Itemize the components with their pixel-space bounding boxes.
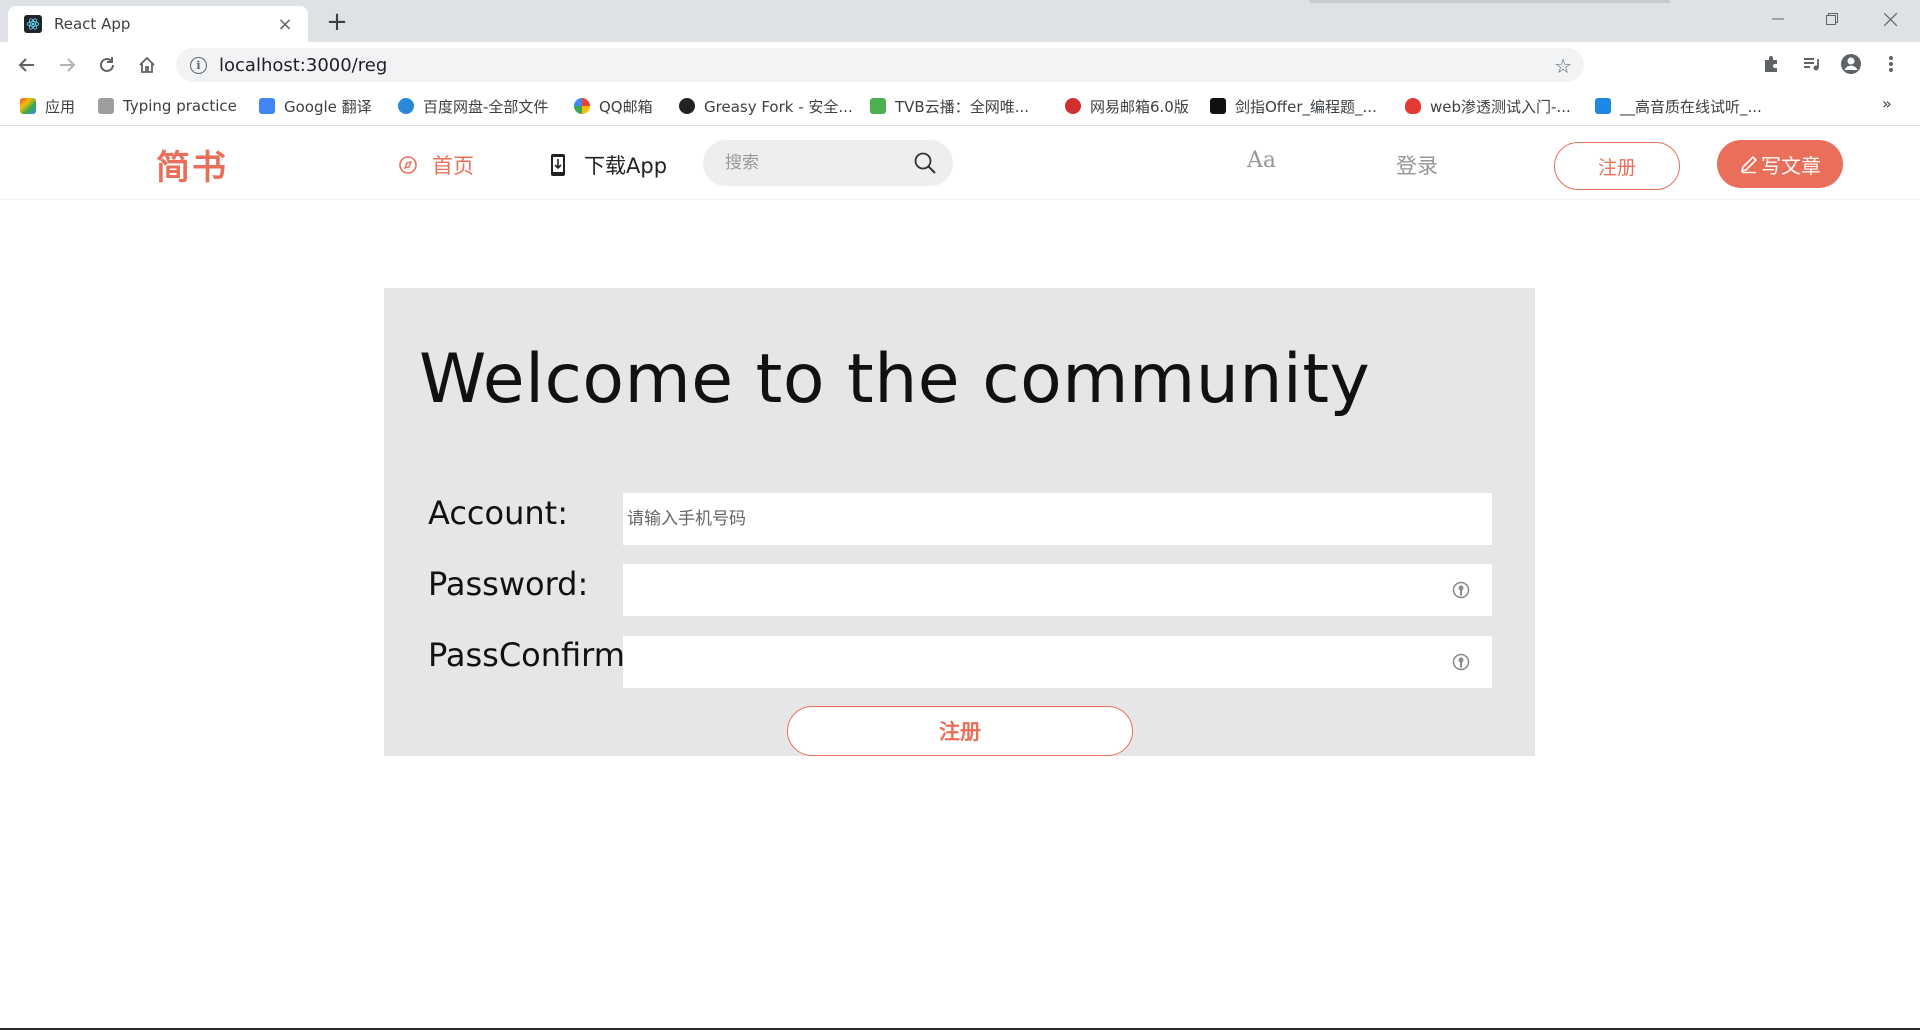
pass-confirm-input[interactable] bbox=[623, 636, 1492, 688]
home-icon[interactable] bbox=[132, 50, 162, 80]
media-icon[interactable] bbox=[1800, 53, 1822, 75]
window-close-icon[interactable] bbox=[1870, 4, 1910, 34]
bookmarks-overflow-icon[interactable]: » bbox=[1882, 94, 1892, 113]
site-header: 简书 首页 下载App Aa 登录 注册 写文章 bbox=[0, 126, 1920, 200]
pass-confirm-key-icon[interactable] bbox=[1452, 653, 1470, 671]
register-form: Welcome to the community Account: Passwo… bbox=[384, 288, 1535, 756]
new-tab-button[interactable]: + bbox=[322, 8, 352, 38]
form-title: Welcome to the community bbox=[419, 340, 1371, 419]
search-icon[interactable] bbox=[913, 151, 937, 179]
bookmark-item[interactable]: Typing practice bbox=[98, 94, 237, 118]
account-label: Account: bbox=[428, 494, 568, 532]
compass-icon bbox=[399, 156, 417, 174]
window-edge bbox=[1310, 0, 1670, 3]
bookmark-item[interactable]: __高音质在线试听_... bbox=[1595, 94, 1762, 118]
bookmark-item[interactable]: web渗透测试入门-... bbox=[1405, 94, 1571, 118]
register-button[interactable]: 注册 bbox=[1554, 142, 1680, 190]
nav-home[interactable]: 首页 bbox=[398, 150, 474, 180]
puzzle-icon[interactable] bbox=[1760, 53, 1782, 75]
site-info-icon[interactable]: i bbox=[190, 56, 207, 74]
bookmarks-bar: 应用 Typing practice Google 翻译 百度网盘-全部文件 Q… bbox=[0, 86, 1920, 126]
phone-download-icon bbox=[551, 154, 565, 176]
react-icon bbox=[24, 15, 42, 33]
bookmark-item[interactable]: 剑指Offer_编程题_... bbox=[1210, 94, 1377, 118]
greasy-fork-icon bbox=[679, 98, 695, 114]
ext-dots-icon[interactable]: ••• bbox=[1680, 53, 1702, 75]
bookmark-item[interactable]: Google 翻译 bbox=[259, 94, 372, 118]
ublock-icon[interactable]: uD bbox=[1600, 53, 1622, 75]
minimize-icon[interactable] bbox=[1758, 4, 1798, 34]
write-article-label: 写文章 bbox=[1761, 153, 1821, 178]
bookmark-item[interactable]: TVB云播：全网唯... bbox=[870, 94, 1029, 118]
search-input[interactable] bbox=[725, 153, 905, 173]
nav-home-label: 首页 bbox=[432, 154, 474, 178]
reload-icon[interactable] bbox=[92, 50, 122, 80]
nowcoder-icon bbox=[1210, 98, 1226, 114]
k-music-icon bbox=[1595, 98, 1611, 114]
ext-red-icon[interactable]: ●● bbox=[1720, 53, 1742, 75]
back-arrow-icon[interactable] bbox=[12, 50, 42, 80]
adblock-icon[interactable]: ABP bbox=[1640, 53, 1662, 75]
browser-toolbar: i localhost:3000/reg ☆ uD ABP ••• ●● bbox=[0, 42, 1920, 86]
bookmark-item[interactable]: QQ邮箱 bbox=[574, 94, 653, 118]
qq-mail-icon bbox=[574, 98, 590, 114]
write-article-button[interactable]: 写文章 bbox=[1717, 140, 1843, 188]
tab-title: React App bbox=[54, 15, 131, 33]
bookmark-item[interactable]: 应用 bbox=[20, 94, 75, 118]
pass-confirm-label: PassConfirm: bbox=[428, 636, 636, 674]
tab-close-icon[interactable]: × bbox=[274, 14, 296, 35]
url-text[interactable]: localhost:3000/reg bbox=[219, 55, 387, 76]
password-label: Password: bbox=[428, 565, 589, 603]
translate-icon bbox=[259, 98, 275, 114]
forward-arrow-icon[interactable] bbox=[52, 50, 82, 80]
baidu-pan-icon bbox=[398, 98, 414, 114]
address-bar[interactable]: i localhost:3000/reg ☆ bbox=[176, 48, 1584, 82]
site-logo[interactable]: 简书 bbox=[156, 140, 228, 189]
netease-mail-icon bbox=[1065, 98, 1081, 114]
search-box bbox=[703, 140, 953, 186]
bookmark-star-icon[interactable]: ☆ bbox=[1554, 54, 1572, 78]
apps-icon bbox=[20, 98, 36, 114]
font-toggle[interactable]: Aa bbox=[1247, 148, 1276, 173]
password-input[interactable] bbox=[623, 564, 1492, 616]
typing-icon bbox=[98, 98, 114, 114]
login-link[interactable]: 登录 bbox=[1396, 150, 1438, 180]
pencil-icon bbox=[1740, 155, 1758, 174]
nav-download-app[interactable]: 下载App bbox=[550, 150, 667, 180]
password-key-icon[interactable] bbox=[1452, 581, 1470, 599]
nav-download-app-label: 下载App bbox=[584, 154, 668, 178]
bookmark-item[interactable]: 网易邮箱6.0版 bbox=[1065, 94, 1189, 118]
account-input[interactable] bbox=[623, 493, 1492, 545]
tvb-cloud-icon bbox=[870, 98, 886, 114]
browser-tab[interactable]: React App × bbox=[8, 6, 308, 42]
profile-icon[interactable] bbox=[1840, 53, 1862, 75]
bookmark-item[interactable]: Greasy Fork - 安全... bbox=[679, 94, 853, 118]
flame-icon bbox=[1405, 98, 1421, 114]
restore-icon[interactable] bbox=[1812, 4, 1852, 34]
bookmark-item[interactable]: 百度网盘-全部文件 bbox=[398, 94, 548, 118]
tab-strip: React App × + bbox=[0, 0, 1920, 42]
submit-register-button[interactable]: 注册 bbox=[787, 706, 1133, 756]
menu-dots-icon[interactable] bbox=[1880, 53, 1902, 75]
